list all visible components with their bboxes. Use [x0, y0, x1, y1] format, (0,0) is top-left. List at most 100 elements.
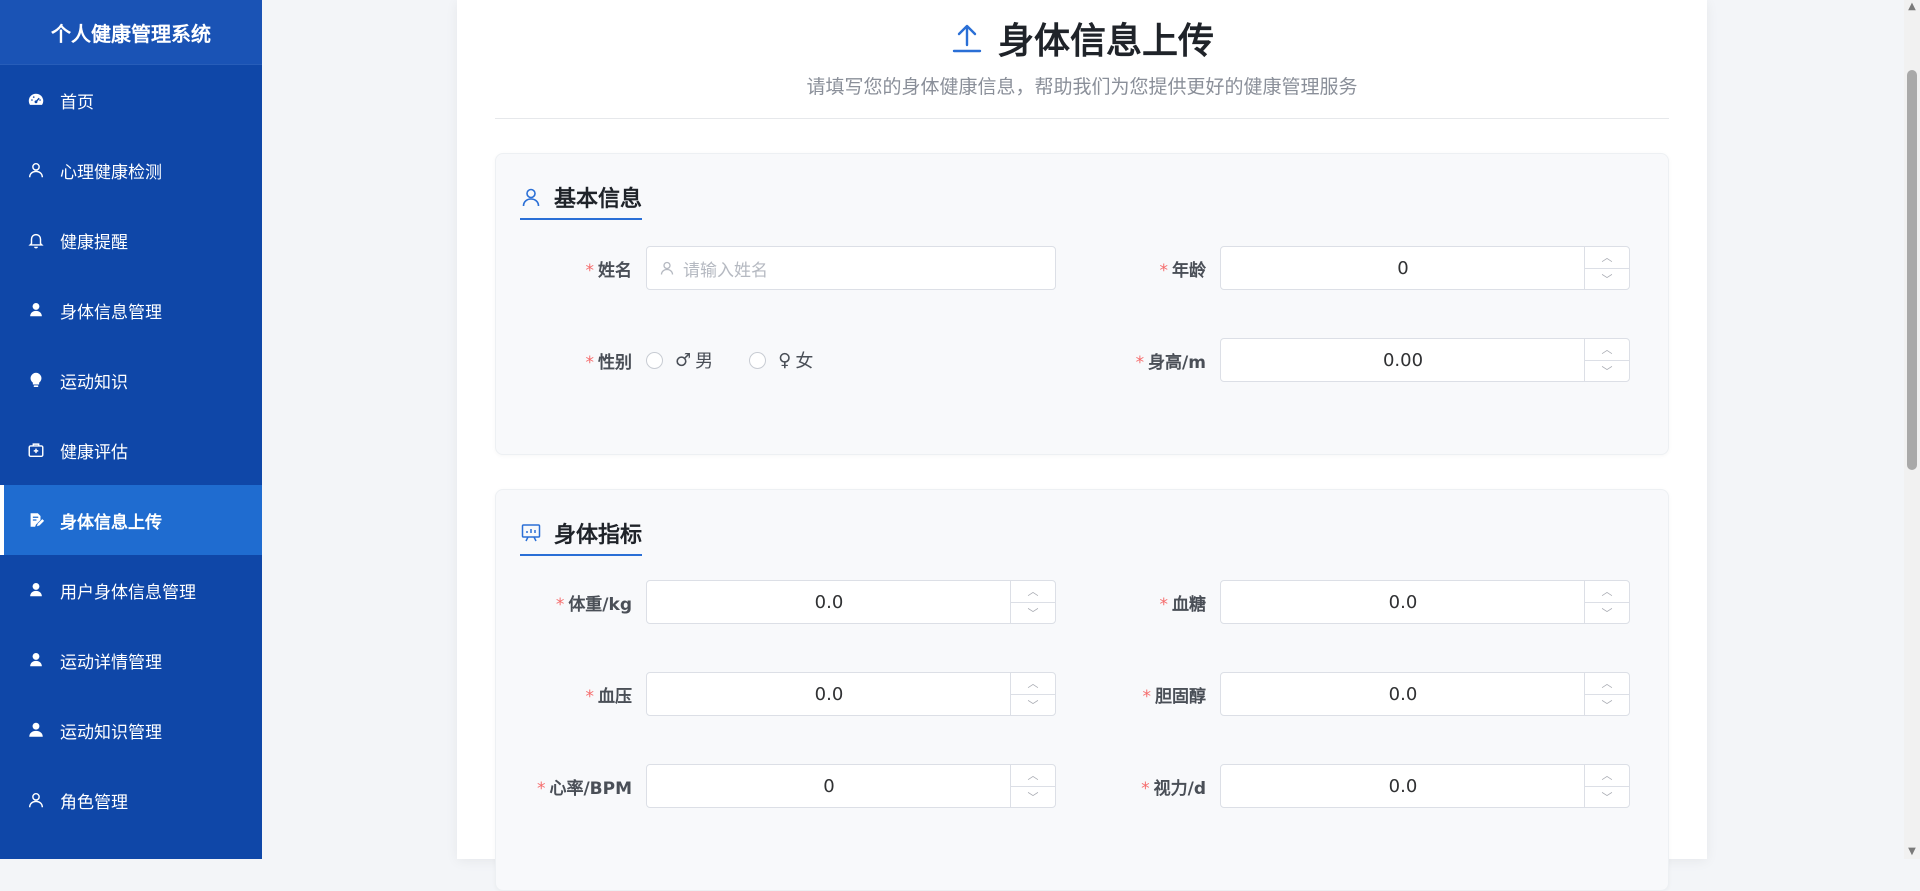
chevron-up-icon: ︿ — [1601, 585, 1613, 599]
document-edit-icon — [26, 510, 46, 530]
stepper-controls: ︿ ﹀ — [1584, 247, 1629, 289]
sidebar-item-label: 健康提醒 — [60, 232, 128, 253]
gender-female-label: 女 — [795, 351, 814, 372]
name-label: * 姓名 — [496, 256, 646, 281]
decrement-button[interactable]: ﹀ — [1011, 603, 1055, 624]
vision-stepper[interactable]: 0.0 ︿ ﹀ — [1220, 764, 1630, 808]
chevron-down-icon: ﹀ — [1601, 364, 1613, 378]
sidebar-item-exercise-knowledge-management[interactable]: 运动知识管理 — [0, 695, 262, 765]
sidebar-item-exercise-knowledge[interactable]: 运动知识 — [0, 345, 262, 415]
page-title-row: 身体信息上传 — [495, 12, 1669, 64]
stepper-controls: ︿ ﹀ — [1010, 765, 1055, 807]
blood-pressure-value: 0.0 — [814, 683, 844, 705]
age-label: * 年龄 — [1070, 256, 1220, 281]
page-subtitle: 请填写您的身体健康信息，帮助我们为您提供更好的健康管理服务 — [806, 76, 1358, 98]
height-field: * 身高/m 0.00 ︿ ﹀ — [1070, 338, 1630, 382]
decrement-button[interactable]: ﹀ — [1585, 787, 1629, 808]
sidebar-item-label: 用户身体信息管理 — [60, 582, 196, 603]
sidebar-item-label: 身体信息上传 — [60, 512, 162, 533]
age-stepper[interactable]: 0 ︿ ﹀ — [1220, 246, 1630, 290]
gender-label-text: 性别 — [598, 352, 632, 373]
chevron-down-icon: ﹀ — [1601, 606, 1613, 620]
decrement-button[interactable]: ﹀ — [1585, 361, 1629, 382]
sidebar-item-label: 运动详情管理 — [60, 652, 162, 673]
increment-button[interactable]: ︿ — [1585, 339, 1629, 361]
main-content: 身体信息上传 请填写您的身体健康信息，帮助我们为您提供更好的健康管理服务 基本信… — [262, 0, 1920, 891]
increment-button[interactable]: ︿ — [1011, 765, 1055, 787]
blood-sugar-stepper[interactable]: 0.0 ︿ ﹀ — [1220, 580, 1630, 624]
section-title: 基本信息 — [554, 187, 643, 212]
name-input[interactable]: 请输入姓名 — [646, 246, 1056, 290]
weight-value: 0.0 — [814, 591, 844, 613]
gender-radio-male[interactable]: ♂ 男 — [646, 347, 713, 373]
cholesterol-stepper[interactable]: 0.0 ︿ ﹀ — [1220, 672, 1630, 716]
increment-button[interactable]: ︿ — [1585, 581, 1629, 603]
basic-info-header: 基本信息 — [520, 176, 643, 220]
chevron-down-icon: ﹀ — [1027, 606, 1039, 620]
chevron-down-icon: ﹀ — [1027, 698, 1039, 712]
decrement-button[interactable]: ﹀ — [1011, 695, 1055, 716]
heart-rate-stepper[interactable]: 0 ︿ ﹀ — [646, 764, 1056, 808]
name-placeholder: 请输入姓名 — [683, 260, 768, 281]
age-field: * 年龄 0 ︿ ﹀ — [1070, 246, 1630, 290]
chevron-up-icon: ︿ — [1601, 677, 1613, 691]
height-stepper[interactable]: 0.00 ︿ ﹀ — [1220, 338, 1630, 382]
required-mark: * — [1135, 352, 1145, 373]
gender-radio-female[interactable]: ♀ 女 — [749, 347, 813, 373]
page-header: 身体信息上传 请填写您的身体健康信息，帮助我们为您提供更好的健康管理服务 — [495, 0, 1669, 119]
decrement-button[interactable]: ﹀ — [1585, 269, 1629, 290]
sidebar-item-user-body-info-management[interactable]: 用户身体信息管理 — [0, 555, 262, 625]
scroll-thumb[interactable] — [1907, 70, 1917, 470]
cholesterol-value: 0.0 — [1388, 683, 1418, 705]
sidebar-item-health-reminder[interactable]: 健康提醒 — [0, 205, 262, 275]
gender-field: * 性别 ♂ 男 ♀ 女 — [496, 338, 849, 382]
sidebar-item-body-info[interactable]: 身体信息管理 — [0, 275, 262, 345]
body-metrics-section: 身体指标 * 体重/kg 0.0 ︿ ﹀ * 血糖 0.0 ︿ ﹀ * 血压 0… — [495, 489, 1669, 891]
section-title: 身体指标 — [554, 523, 643, 548]
blood-pressure-stepper[interactable]: 0.0 ︿ ﹀ — [646, 672, 1056, 716]
blood-sugar-label-text: 血糖 — [1172, 594, 1206, 615]
sidebar-item-label: 运动知识 — [60, 372, 128, 393]
chevron-up-icon: ︿ — [1601, 251, 1613, 265]
increment-button[interactable]: ︿ — [1011, 673, 1055, 695]
basic-info-section: 基本信息 * 姓名 请输入姓名 * 年龄 0 ︿ ﹀ * 性别 ♂ 男 ♀ 女 … — [495, 153, 1669, 455]
required-mark: * — [536, 778, 546, 799]
sidebar-item-label: 心理健康检测 — [60, 162, 162, 183]
increment-button[interactable]: ︿ — [1011, 581, 1055, 603]
decrement-button[interactable]: ﹀ — [1585, 695, 1629, 716]
bulb-icon — [26, 370, 46, 390]
increment-button[interactable]: ︿ — [1585, 673, 1629, 695]
presentation-chart-icon — [520, 522, 542, 544]
sidebar-item-label: 角色管理 — [60, 792, 128, 813]
sidebar-item-health-assessment[interactable]: 健康评估 — [0, 415, 262, 485]
scroll-up-arrow-icon[interactable]: ▲ — [1907, 2, 1917, 12]
required-mark: * — [555, 594, 565, 615]
sidebar-item-role-management[interactable]: 角色管理 — [0, 765, 262, 835]
required-mark: * — [585, 260, 595, 281]
sidebar-item-mental-health[interactable]: 心理健康检测 — [0, 135, 262, 205]
scroll-down-arrow-icon[interactable]: ▼ — [1907, 847, 1917, 857]
user-icon — [26, 300, 46, 320]
gender-label: * 性别 — [496, 348, 646, 373]
increment-button[interactable]: ︿ — [1585, 765, 1629, 787]
required-mark: * — [585, 686, 595, 707]
increment-button[interactable]: ︿ — [1585, 247, 1629, 269]
body-metrics-header: 身体指标 — [520, 512, 643, 556]
decrement-button[interactable]: ﹀ — [1011, 787, 1055, 808]
sidebar-item-exercise-detail-management[interactable]: 运动详情管理 — [0, 625, 262, 695]
sidebar-menu: 首页 心理健康检测 健康提醒 身体信息管理 运动知识 健康评估 身体信息上传 用… — [0, 65, 262, 835]
user-icon — [26, 720, 46, 740]
chevron-up-icon: ︿ — [1027, 585, 1039, 599]
heart-rate-label-text: 心率/BPM — [549, 778, 632, 799]
page-scrollbar[interactable]: ▲ ▼ — [1904, 0, 1920, 859]
weight-stepper[interactable]: 0.0 ︿ ﹀ — [646, 580, 1056, 624]
name-label-text: 姓名 — [598, 260, 632, 281]
decrement-button[interactable]: ﹀ — [1585, 603, 1629, 624]
user-icon — [26, 160, 46, 180]
sidebar-item-label: 身体信息管理 — [60, 302, 162, 323]
chevron-up-icon: ︿ — [1601, 343, 1613, 357]
cholesterol-label-text: 胆固醇 — [1155, 686, 1206, 707]
stepper-controls: ︿ ﹀ — [1010, 581, 1055, 623]
sidebar-item-body-info-upload[interactable]: 身体信息上传 — [0, 485, 262, 555]
sidebar-item-home[interactable]: 首页 — [0, 65, 262, 135]
